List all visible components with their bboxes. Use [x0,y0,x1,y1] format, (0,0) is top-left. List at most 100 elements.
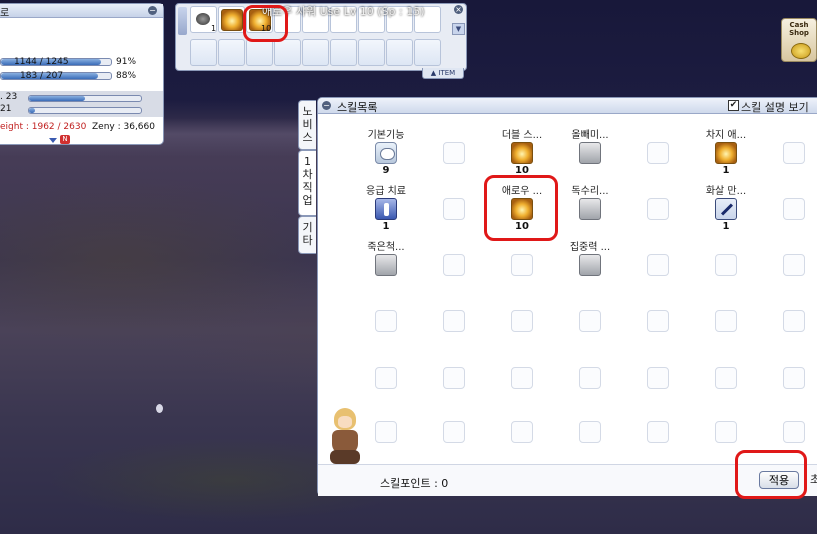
hotkey-slot-16[interactable] [358,39,385,66]
charge-arrow-icon[interactable] [715,142,737,164]
hotkey-slot-10[interactable] [190,39,217,66]
tab-first-job[interactable]: 1차직업 [298,150,316,216]
empty-skill-slot [715,421,737,443]
base-exp-bar [28,95,142,102]
tab-etc-label: 기타 [302,221,313,247]
highlight-hotkey [243,5,288,42]
next-button[interactable]: 초 [810,471,817,489]
empty-skill-slot [511,421,533,443]
cash-shop-button[interactable]: Cash Shop [781,18,817,62]
minimize-icon[interactable]: − [322,101,331,110]
hotkey-slot-12[interactable] [246,39,273,66]
tab-novice[interactable]: 노비스 [298,100,316,150]
coin-icon [791,43,811,59]
expand-icon[interactable] [49,138,57,143]
job-exp-bar [28,107,142,114]
skill-name: 죽은척... [367,242,405,253]
skill-level: 1 [382,221,390,232]
tab-novice-label: 노비스 [302,105,313,144]
tab-first-job-label: 1차직업 [302,155,313,207]
hotkey-handle[interactable] [178,7,187,35]
hp-percent: 91% [116,57,137,67]
hotkey-slot-1[interactable]: 1 [190,6,217,33]
empty-skill-slot [647,198,669,220]
exp-panel: . 23 21 [0,91,163,117]
skill-points-label: 스킬포인트 : 0 [380,477,449,490]
empty-skill-slot [443,367,465,389]
empty-skill-slot [579,367,601,389]
empty-skill-slot [647,310,669,332]
skill-window-titlebar[interactable]: − 스킬목록 ✔ 스킬 설명 보기 [318,98,817,114]
empty-skill-slot [783,421,805,443]
empty-skill-slot [443,198,465,220]
concentration-icon[interactable] [579,254,601,276]
hotkey-slot-2[interactable] [218,6,245,33]
basic-skill-icon[interactable] [375,142,397,164]
hp-text: 1144 / 1245 [14,57,69,67]
show-desc-label: 스킬 설명 보기 [741,101,809,114]
skill-name: 화살 만... [705,186,747,197]
hotkey-slot-18[interactable] [414,39,441,66]
empty-skill-slot [375,310,397,332]
skill-name: 차지 애... [705,130,747,141]
empty-skill-slot [783,310,805,332]
vultures-eye-icon[interactable] [579,198,601,220]
empty-skill-slot [715,254,737,276]
hotkey-slot-15[interactable] [330,39,357,66]
tab-etc[interactable]: 기타 [298,216,316,254]
empty-skill-slot [783,254,805,276]
status-titlebar[interactable]: 로 − [0,4,163,19]
empty-skill-slot [783,367,805,389]
job-exp-label: 21 [0,104,12,114]
empty-skill-slot [715,310,737,332]
hotkey-slot-13[interactable] [274,39,301,66]
double-strafe-icon[interactable] [511,142,533,164]
empty-skill-slot [783,198,805,220]
skill-level: 1 [722,165,730,176]
empty-skill-slot [443,310,465,332]
skill-level: 9 [382,165,390,176]
minimize-icon[interactable]: − [148,6,157,15]
empty-skill-slot [511,254,533,276]
skill-name: 집중력 ... [569,242,611,253]
owl-eye-icon[interactable] [579,142,601,164]
job-exp-fill [29,108,35,113]
hotkey-slot-11[interactable] [218,39,245,66]
first-aid-icon[interactable] [375,198,397,220]
character-legs [330,450,360,464]
skill-name: 기본기능 [367,130,405,141]
show-desc-checkbox[interactable]: ✔ [728,100,739,111]
stone-icon [196,13,210,25]
cash-shop-label: Cash Shop [789,21,809,37]
weight-text: eight : 1962 / 2630 [0,122,87,132]
play-dead-icon[interactable] [375,254,397,276]
close-icon[interactable]: × [454,5,463,14]
empty-skill-slot [579,310,601,332]
empty-skill-slot [375,421,397,443]
skill-name: 응급 치료 [366,186,406,197]
zeny-text: Zeny : 36,660 [92,122,155,132]
hotkey-slot-17[interactable] [386,39,413,66]
empty-skill-slot [783,142,805,164]
item-tab[interactable]: ▲ ITEM [422,68,464,79]
character-sprite [328,408,362,468]
empty-skill-slot [647,142,669,164]
new-badge[interactable]: N [60,135,70,144]
scroll-down-icon[interactable]: ▼ [452,23,465,35]
empty-skill-slot [715,367,737,389]
status-title: 로 [0,8,10,19]
highlight-apply [735,450,807,499]
empty-skill-slot [443,142,465,164]
skill-window: − 스킬목록 ✔ 스킬 설명 보기 기본기능 9 더블 스... 10 올빼미.… [317,97,817,496]
hotkey-slot-14[interactable] [302,39,329,66]
empty-skill-slot [375,367,397,389]
empty-skill-slot [647,254,669,276]
status-window: 로 − 1144 / 1245 91% 183 / 207 88% . 23 2… [0,3,164,145]
base-exp-fill [29,96,85,101]
double-strafe-icon [221,9,243,31]
arrow-crafting-icon[interactable] [715,198,737,220]
skill-window-title: 스킬목록 [337,101,378,114]
sp-text: 183 / 207 [20,71,64,81]
skill-name: 더블 스... [501,130,543,141]
slot-1-qty: 1 [211,24,217,33]
